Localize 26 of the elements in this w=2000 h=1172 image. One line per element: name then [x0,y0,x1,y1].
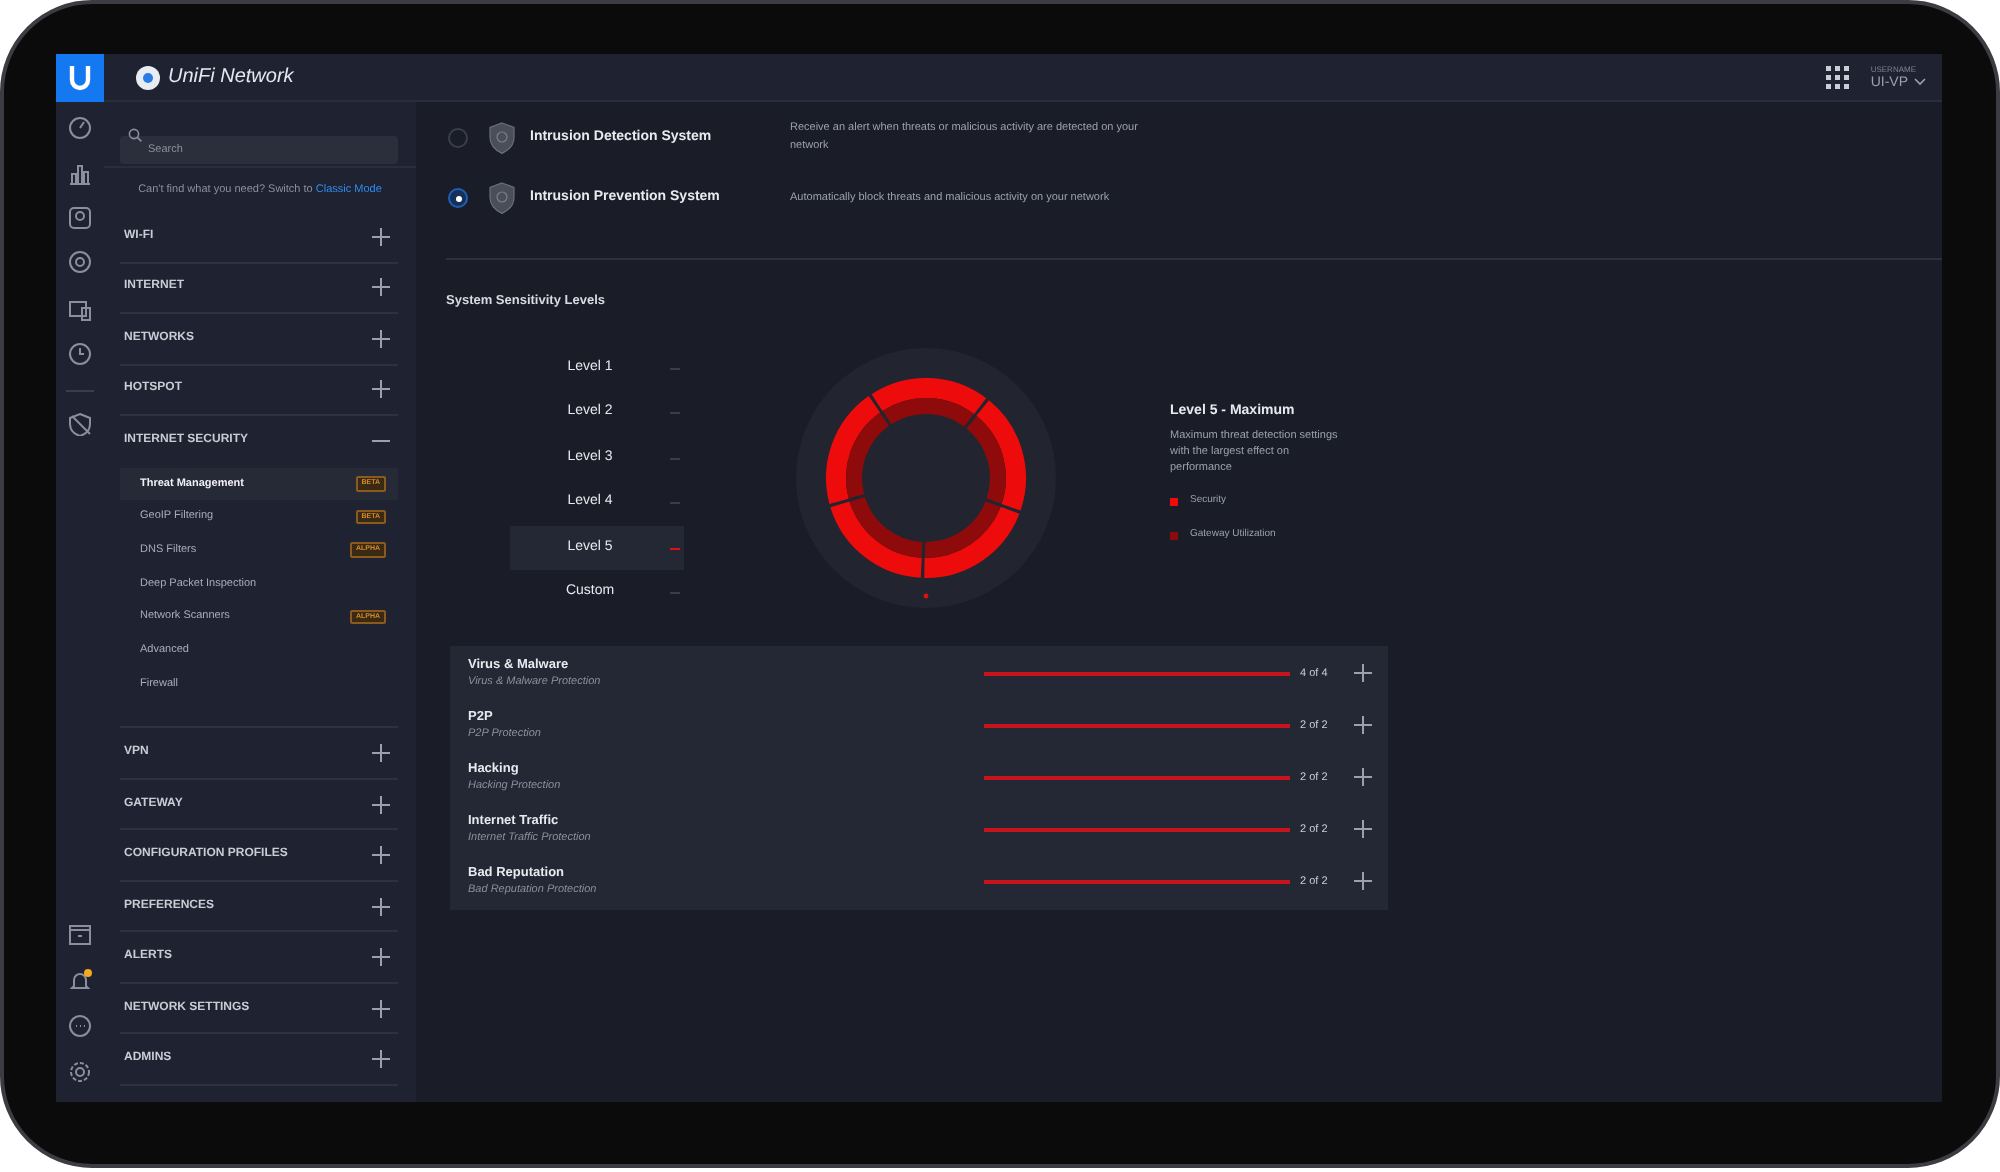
radio-button[interactable] [448,128,468,148]
u-logo-icon [68,64,92,92]
settings-icon[interactable] [68,1060,92,1084]
apps-grid-icon[interactable] [1826,65,1851,89]
network-logo-icon [136,65,160,89]
shield-icon[interactable] [68,412,92,436]
gauge-icon[interactable] [68,116,92,140]
plus-icon[interactable] [1354,768,1372,787]
chevron-down-icon [1914,78,1926,86]
devices-icon[interactable] [68,298,92,322]
plus-icon[interactable] [1354,664,1372,683]
radio-button[interactable] [448,188,468,208]
bell-icon[interactable] [68,968,92,992]
bar-chart-icon[interactable] [68,162,92,186]
calendar-icon[interactable] [68,922,92,946]
plus-icon[interactable] [1354,716,1372,735]
search-icon [128,127,142,141]
shield-icon [488,182,516,214]
app-logo[interactable] [56,54,104,102]
clock-icon[interactable] [68,342,92,366]
target-icon[interactable] [68,250,92,274]
plus-icon[interactable] [1354,872,1372,891]
shield-icon [488,122,516,154]
chat-icon[interactable] [68,1014,92,1038]
plus-icon[interactable] [1354,820,1372,839]
app-title: UniFi Network [168,64,294,92]
